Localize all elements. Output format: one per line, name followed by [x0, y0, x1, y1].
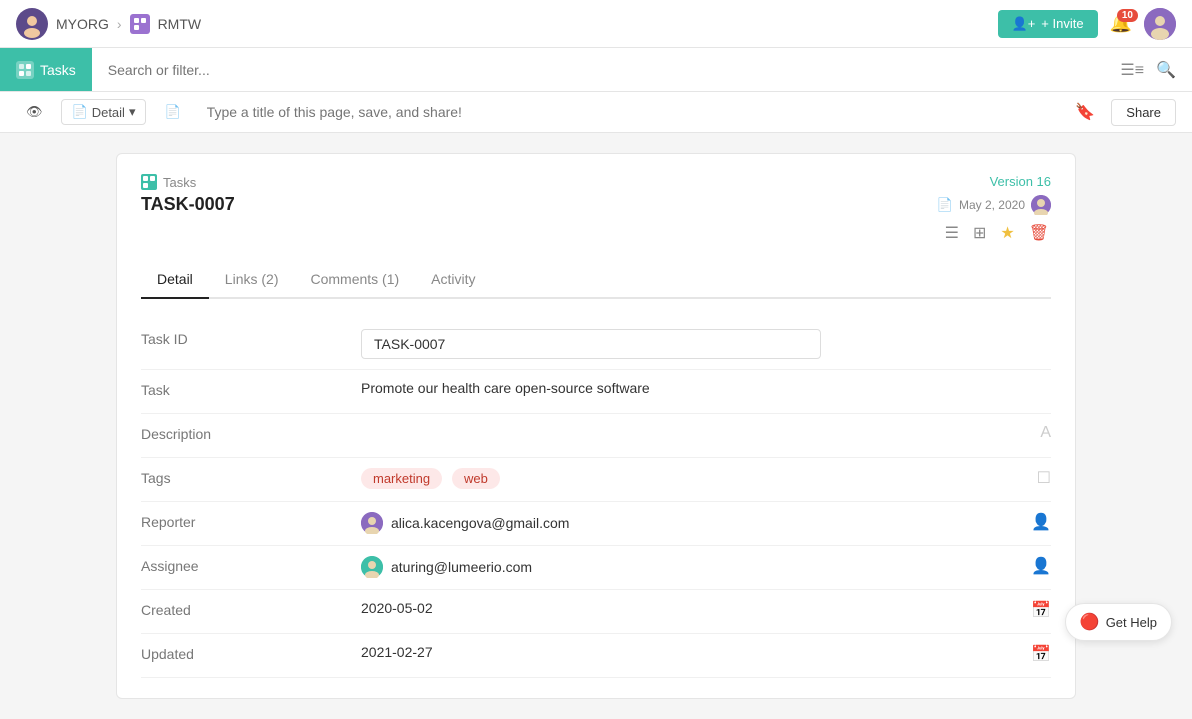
user-avatar[interactable]	[1144, 8, 1176, 40]
notif-badge: 10	[1117, 9, 1138, 22]
date-avatar	[1031, 195, 1051, 215]
card-breadcrumb: Tasks	[141, 174, 235, 190]
field-task-value[interactable]: Promote our health care open-source soft…	[361, 380, 1051, 396]
field-updated: Updated 2021-02-27 📅	[141, 634, 1051, 678]
top-nav: MYORG › RMTW 👤+ + Invite 🔔 10	[0, 0, 1192, 48]
field-task-id: Task ID	[141, 319, 1051, 370]
tag-web[interactable]: web	[452, 468, 500, 489]
card-header-right: Version 16 📄 May 2, 2020 ☰ ⊞ ★ 🗑	[937, 174, 1051, 245]
search-icons: ☰≡ 🔍	[1120, 60, 1192, 80]
field-tags: Tags marketing web ☐	[141, 458, 1051, 502]
field-assignee: Assignee aturing@lumeerio.com 👤	[141, 546, 1051, 590]
nav-right: 👤+ + Invite 🔔 10	[998, 8, 1176, 40]
field-tags-value: marketing web	[361, 468, 1025, 489]
field-assignee-value: aturing@lumeerio.com	[361, 556, 1019, 578]
grid-view-btn[interactable]: ⊞	[971, 221, 988, 245]
field-description: Description A	[141, 414, 1051, 458]
card-header: Tasks TASK-0007 Version 16 📄 May 2, 2020…	[141, 174, 1051, 245]
list-view-btn[interactable]: ☰	[943, 221, 961, 245]
field-created-value[interactable]: 2020-05-02	[361, 600, 1019, 616]
field-updated-label: Updated	[141, 644, 361, 662]
assignee-icon: 👤	[1031, 556, 1051, 576]
grid-view-button[interactable]: ☰≡	[1120, 60, 1144, 80]
reporter-avatar	[361, 512, 383, 534]
notification-button[interactable]: 🔔 10	[1110, 13, 1132, 34]
tab-comments[interactable]: Comments (1)	[294, 261, 415, 299]
breadcrumb-sep: ›	[117, 16, 122, 32]
field-reporter: Reporter alica.kacengova@gmail.com 👤	[141, 502, 1051, 546]
project-name[interactable]: RMTW	[158, 16, 202, 32]
toolbar: 👁 📄 Detail ▾ 📄 🔖 Share	[0, 92, 1192, 133]
date-row: 📄 May 2, 2020	[937, 195, 1051, 215]
help-label: Get Help	[1106, 615, 1157, 630]
field-task-label: Task	[141, 380, 361, 398]
tab-activity[interactable]: Activity	[415, 261, 491, 299]
field-task-id-label: Task ID	[141, 329, 361, 347]
field-updated-value[interactable]: 2021-02-27	[361, 644, 1019, 660]
tasks-tab[interactable]: Tasks	[0, 48, 92, 91]
date-label: May 2, 2020	[959, 198, 1025, 212]
field-reporter-value: alica.kacengova@gmail.com	[361, 512, 1019, 534]
created-calendar-icon: 📅	[1031, 600, 1051, 620]
field-reporter-label: Reporter	[141, 512, 361, 530]
reporter-icon: 👤	[1031, 512, 1051, 532]
main-content: Tasks TASK-0007 Version 16 📄 May 2, 2020…	[0, 133, 1192, 719]
field-created: Created 2020-05-02 📅	[141, 590, 1051, 634]
search-bar: Tasks ☰≡ 🔍	[0, 48, 1192, 92]
breadcrumb-tasks-label: Tasks	[163, 175, 196, 190]
detail-chevron: ▾	[129, 104, 136, 120]
tags-icon: ☐	[1037, 468, 1051, 488]
bookmark-button[interactable]: 🔖	[1067, 98, 1103, 126]
field-tags-label: Tags	[141, 468, 361, 486]
project-icon	[130, 14, 150, 34]
assignee-email: aturing@lumeerio.com	[391, 559, 532, 575]
share-button[interactable]: Share	[1111, 99, 1176, 126]
version-label: Version 16	[990, 174, 1051, 189]
get-help-button[interactable]: 🔴 Get Help	[1065, 603, 1172, 641]
save-icon-btn[interactable]: 📄	[154, 100, 190, 124]
assignee-avatar	[361, 556, 383, 578]
task-card: Tasks TASK-0007 Version 16 📄 May 2, 2020…	[116, 153, 1076, 699]
detail-icon: 📄	[72, 104, 88, 120]
updated-calendar-icon: 📅	[1031, 644, 1051, 664]
task-id-heading: TASK-0007	[141, 194, 235, 215]
doc-icon: 📄	[937, 197, 953, 213]
tabs: Detail Links (2) Comments (1) Activity	[141, 261, 1051, 299]
nav-left: MYORG › RMTW	[16, 8, 201, 40]
tasks-tab-icon	[16, 61, 34, 79]
card-tasks-icon	[141, 174, 157, 190]
delete-btn[interactable]: 🗑	[1027, 221, 1051, 245]
detail-button[interactable]: 📄 Detail ▾	[61, 99, 147, 125]
action-icons: ☰ ⊞ ★ 🗑	[943, 221, 1051, 245]
eye-button[interactable]: 👁	[16, 100, 53, 124]
field-assignee-label: Assignee	[141, 556, 361, 574]
help-icon: 🔴	[1080, 612, 1100, 632]
tab-detail[interactable]: Detail	[141, 261, 209, 299]
task-id-input[interactable]	[361, 329, 821, 359]
invite-button[interactable]: 👤+ + Invite	[998, 10, 1098, 38]
search-button[interactable]: 🔍	[1156, 60, 1176, 80]
star-btn[interactable]: ★	[998, 221, 1016, 245]
search-input[interactable]	[92, 62, 1121, 78]
org-name[interactable]: MYORG	[56, 16, 109, 32]
card-header-left: Tasks TASK-0007	[141, 174, 235, 215]
field-description-label: Description	[141, 424, 361, 442]
field-created-label: Created	[141, 600, 361, 618]
tab-links[interactable]: Links (2)	[209, 261, 295, 299]
field-task: Task Promote our health care open-source…	[141, 370, 1051, 414]
detail-label: Detail	[92, 105, 125, 120]
user-avatar-main[interactable]	[16, 8, 48, 40]
text-format-icon: A	[1040, 424, 1051, 442]
page-title-input[interactable]	[199, 100, 1060, 124]
field-task-id-value	[361, 329, 1051, 359]
tasks-tab-label: Tasks	[40, 62, 76, 78]
tag-marketing[interactable]: marketing	[361, 468, 442, 489]
reporter-email: alica.kacengova@gmail.com	[391, 515, 569, 531]
invite-icon: 👤+	[1012, 16, 1036, 32]
